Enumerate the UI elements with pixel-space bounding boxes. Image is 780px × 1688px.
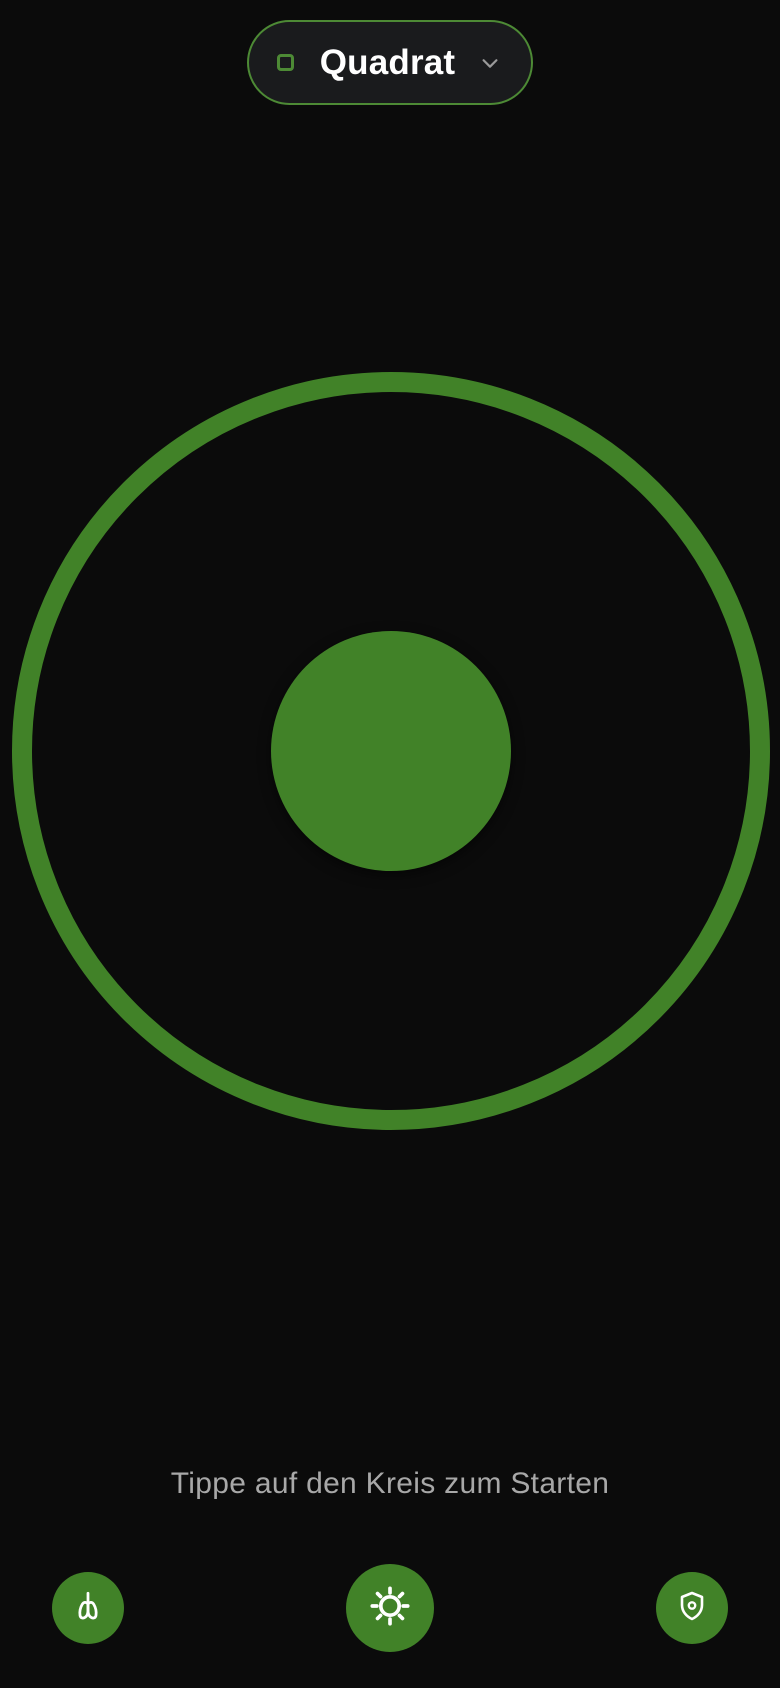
privacy-button[interactable] (656, 1572, 728, 1644)
breathing-start-circle[interactable] (271, 631, 511, 871)
sun-icon (369, 1585, 411, 1632)
chevron-down-icon (477, 50, 503, 76)
start-hint-text: Tippe auf den Kreis zum Starten (170, 1467, 610, 1500)
mode-selector-button[interactable]: Quadrat (247, 20, 533, 105)
theme-settings-button[interactable] (346, 1564, 434, 1652)
mode-label: Quadrat (319, 42, 456, 82)
square-icon (276, 54, 294, 71)
lungs-icon (71, 1589, 105, 1628)
breathing-exercise-button[interactable] (52, 1572, 124, 1644)
shield-icon (676, 1590, 708, 1627)
